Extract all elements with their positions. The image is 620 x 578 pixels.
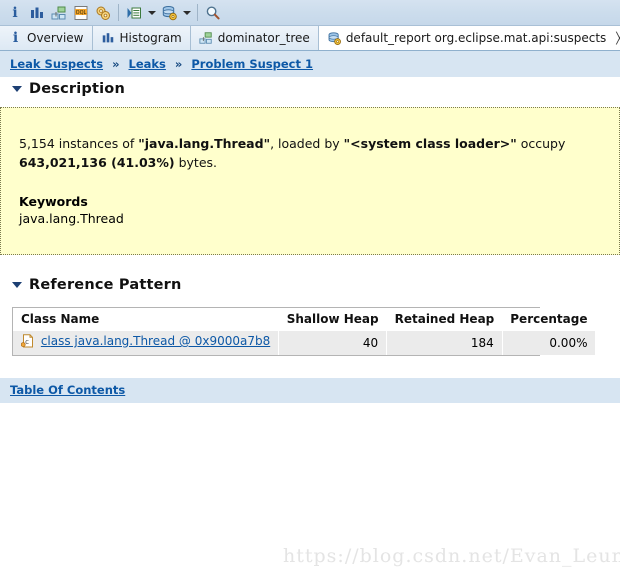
breadcrumb-item-leaks[interactable]: Leaks	[129, 57, 166, 71]
watermark-text: https://blog.csdn.net/Evan_Leung	[283, 545, 620, 567]
chevron-down-icon	[147, 10, 156, 15]
tree-icon	[199, 31, 214, 46]
breadcrumb-item-problem-suspect-1[interactable]: Problem Suspect 1	[191, 57, 313, 71]
histogram-glyph	[102, 33, 114, 43]
class-name-link[interactable]: class java.lang.Thread @ 0x9000a7b8	[41, 334, 270, 348]
keywords-title: Keywords	[19, 194, 88, 209]
tree-glyph	[199, 32, 212, 44]
run-expert-system-test-icon[interactable]	[123, 2, 145, 24]
table-header: Class Name Shallow Heap Retained Heap Pe…	[13, 308, 596, 331]
main-toolbar: i OQL	[0, 0, 620, 26]
histogram-glyph	[31, 7, 43, 18]
description-part-1: 5,154 instances of	[19, 136, 139, 151]
cell-percentage: 0.00%	[501, 331, 596, 355]
description-section-title: Description	[29, 81, 125, 97]
keywords-value: java.lang.Thread	[19, 211, 124, 226]
table-of-contents-bar: Table Of Contents	[0, 378, 620, 403]
search-icon[interactable]	[202, 2, 224, 24]
description-bytes: 643,021,136 (41.03%)	[19, 155, 175, 170]
column-header-retained-heap[interactable]: Retained Heap	[386, 308, 503, 331]
oql-glyph: OQL	[74, 5, 88, 20]
run-expert-system-dropdown[interactable]	[145, 2, 158, 24]
table-body: c class java.lang.Thread @ 0x9000a7b8 40…	[13, 331, 596, 355]
chevron-down-icon[interactable]	[12, 86, 22, 92]
open-query-browser-dropdown[interactable]	[180, 2, 193, 24]
reference-pattern-table: Class Name Shallow Heap Retained Heap Pe…	[13, 308, 596, 355]
description-panel: 5,154 instances of "java.lang.Thread", l…	[0, 107, 620, 255]
tab-label: dominator_tree	[217, 31, 310, 45]
description-part-3: occupy	[516, 136, 566, 151]
toolbar-separator-2	[197, 4, 198, 21]
table-header-row: Class Name Shallow Heap Retained Heap Pe…	[13, 308, 596, 331]
reference-pattern-section-title: Reference Pattern	[29, 277, 182, 293]
histogram-icon[interactable]	[26, 2, 48, 24]
tab-dominator-tree[interactable]: dominator_tree	[190, 26, 319, 50]
breadcrumb-item-leak-suspects[interactable]: Leak Suspects	[10, 57, 103, 71]
column-header-class-name[interactable]: Class Name	[13, 308, 279, 331]
description-loader-name: "<system class loader>"	[343, 136, 517, 151]
db-gear-glyph	[162, 5, 177, 20]
report-icon	[327, 31, 342, 46]
class-object-icon: c	[20, 334, 34, 351]
editor-tab-bar: i Overview Histogram dominator_tree defa…	[0, 26, 620, 51]
close-icon[interactable]: ╳	[616, 32, 620, 45]
info-icon: i	[8, 31, 23, 46]
tab-label: Overview	[27, 31, 84, 45]
description-part-4: bytes.	[174, 155, 218, 170]
open-query-browser-icon[interactable]	[158, 2, 180, 24]
dominator-tree-icon[interactable]	[48, 2, 70, 24]
tab-label: default_report org.eclipse.mat.api:suspe…	[345, 31, 607, 45]
description-section-header[interactable]: Description	[0, 77, 620, 101]
description-class-name: "java.lang.Thread"	[138, 136, 271, 151]
info-glyph: i	[12, 30, 19, 46]
cell-class-name[interactable]: c class java.lang.Thread @ 0x9000a7b8	[13, 331, 279, 355]
reference-pattern-table-wrapper: Class Name Shallow Heap Retained Heap Pe…	[12, 307, 596, 356]
chevron-down-icon[interactable]	[12, 282, 22, 288]
tree-glyph	[51, 6, 66, 19]
cell-shallow-heap: 40	[278, 331, 387, 355]
breadcrumb-separator: »	[112, 57, 120, 71]
table-of-contents-link[interactable]: Table Of Contents	[10, 383, 125, 397]
gears-glyph	[96, 6, 110, 20]
tab-default-report[interactable]: default_report org.eclipse.mat.api:suspe…	[318, 26, 620, 50]
column-header-shallow-heap[interactable]: Shallow Heap	[278, 308, 387, 331]
cell-retained-heap: 184	[386, 331, 503, 355]
tab-label: Histogram	[119, 31, 182, 45]
breadcrumb-separator: »	[174, 57, 183, 71]
magnifier-glyph	[206, 6, 220, 19]
calculate-retained-size-icon[interactable]	[92, 2, 114, 24]
breadcrumb: Leak Suspects » Leaks » Problem Suspect …	[0, 51, 620, 77]
description-part-2: , loaded by	[270, 136, 344, 151]
db-gear-glyph	[328, 31, 341, 45]
info-glyph: i	[12, 4, 18, 21]
oql-icon[interactable]: OQL	[70, 2, 92, 24]
reference-pattern-section-header[interactable]: Reference Pattern	[0, 273, 620, 297]
toolbar-separator-1	[118, 4, 119, 21]
svg-text:c: c	[25, 338, 29, 346]
description-text: 5,154 instances of "java.lang.Thread", l…	[19, 134, 601, 172]
svg-text:OQL: OQL	[76, 10, 87, 16]
run-list-glyph	[127, 7, 141, 18]
info-icon[interactable]: i	[4, 2, 26, 24]
column-header-percentage[interactable]: Percentage	[502, 308, 596, 331]
report-content: Leak Suspects » Leaks » Problem Suspect …	[0, 51, 620, 577]
tab-histogram[interactable]: Histogram	[92, 26, 191, 50]
class-file-glyph: c	[20, 334, 33, 348]
chevron-down-icon	[182, 10, 191, 15]
table-row[interactable]: c class java.lang.Thread @ 0x9000a7b8 40…	[13, 331, 596, 355]
histogram-icon	[101, 31, 116, 46]
tab-overview[interactable]: i Overview	[0, 26, 93, 50]
